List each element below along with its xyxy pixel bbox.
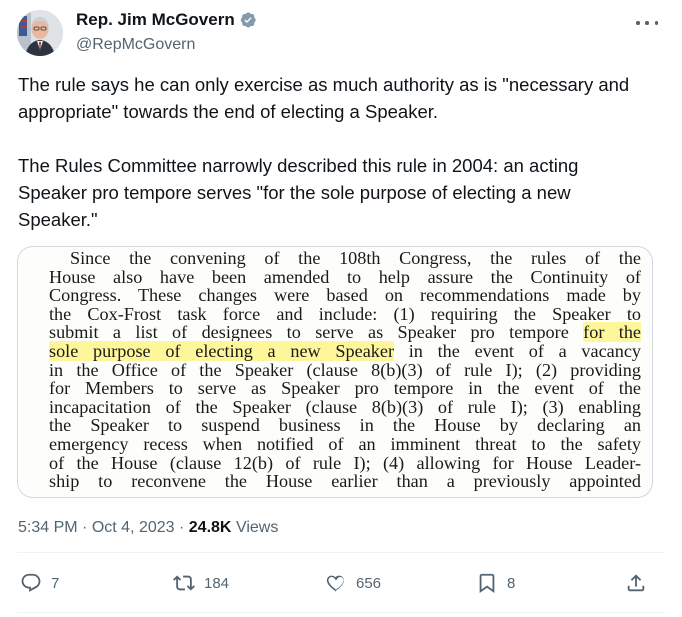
- document-line: in the Office of the Speaker (clause 8(b…: [49, 359, 641, 380]
- document-text: submit a list of designees to serve as S…: [49, 322, 584, 343]
- reply-count: 7: [51, 574, 60, 592]
- document-line: submit a list of designees to serve as S…: [49, 322, 641, 343]
- tweet-paragraph: The Rules Committee narrowly described t…: [18, 155, 579, 230]
- meta-separator: ·: [179, 519, 185, 536]
- document-line: ship to reconvene the House earlier than…: [49, 471, 641, 492]
- repost-icon: [173, 575, 195, 591]
- tweet-image[interactable]: Since the convening of the 108th Congres…: [17, 246, 653, 498]
- views-label: Views: [235, 519, 279, 536]
- author-name-row[interactable]: Rep. Jim McGovern: [76, 10, 257, 30]
- author-display-name[interactable]: Rep. Jim McGovern: [76, 10, 235, 30]
- highlighted-text: sole purpose of electing a new Speaker: [49, 340, 394, 361]
- avatar[interactable]: [17, 10, 63, 56]
- tweet-date[interactable]: Oct 4, 2023: [92, 519, 175, 536]
- document-line: House also have been amended to help ass…: [49, 266, 641, 287]
- document-line: sole purpose of electing a new Speaker i…: [49, 340, 641, 361]
- repost-button[interactable]: 184: [173, 572, 229, 594]
- reply-icon: [21, 573, 41, 592]
- document-line: the Speaker to suspend business in the H…: [49, 415, 641, 436]
- more-options-icon[interactable]: [636, 14, 658, 32]
- tweet-time[interactable]: 5:34 PM: [18, 519, 78, 536]
- document-line: emergency recess when notified of an imm…: [49, 433, 641, 454]
- document-line: the Cox-Frost task force and include: (1…: [49, 303, 641, 324]
- heart-icon: [326, 575, 344, 592]
- bookmark-icon: [479, 573, 495, 594]
- tweet: Rep. Jim McGovern @RepMcGovern The rule …: [0, 0, 682, 617]
- share-icon: [627, 574, 645, 592]
- meta-separator: ·: [82, 519, 88, 536]
- avatar-portrait-image: [17, 10, 63, 56]
- share-button[interactable]: [625, 572, 647, 594]
- verified-badge-icon[interactable]: [239, 11, 257, 29]
- bookmark-count: 8: [507, 574, 516, 592]
- tweet-text: The rule says he can only exercise as mu…: [18, 71, 648, 233]
- action-bar: 7 184 656 8: [0, 560, 682, 610]
- divider: [17, 552, 665, 553]
- like-count: 656: [356, 574, 382, 592]
- document-line: incapacitation of the Speaker (clause 8(…: [49, 396, 641, 417]
- author-handle[interactable]: @RepMcGovern: [76, 35, 195, 55]
- document-line: Congress. These changes were based on re…: [49, 285, 641, 306]
- like-button[interactable]: 656: [325, 572, 381, 594]
- document-line: of the House (clause 12(b) of rule I); (…: [49, 452, 641, 473]
- highlighted-text: for the: [583, 322, 641, 343]
- document-line: Since the convening of the 108th Congres…: [70, 248, 641, 268]
- document-line: for Members to serve as Speaker pro temp…: [49, 378, 641, 399]
- repost-count: 184: [204, 574, 230, 592]
- divider: [17, 612, 665, 613]
- document-text: in the event of a vacancy: [394, 340, 641, 361]
- reply-button[interactable]: 7: [20, 572, 59, 594]
- views-count: 24.8K: [188, 519, 232, 536]
- bookmark-button[interactable]: 8: [476, 572, 515, 594]
- tweet-meta: 5:34 PM · Oct 4, 2023 · 24.8K Views: [18, 518, 278, 538]
- document-excerpt: Since the convening of the 108th Congres…: [49, 249, 641, 491]
- tweet-paragraph: The rule says he can only exercise as mu…: [18, 74, 630, 122]
